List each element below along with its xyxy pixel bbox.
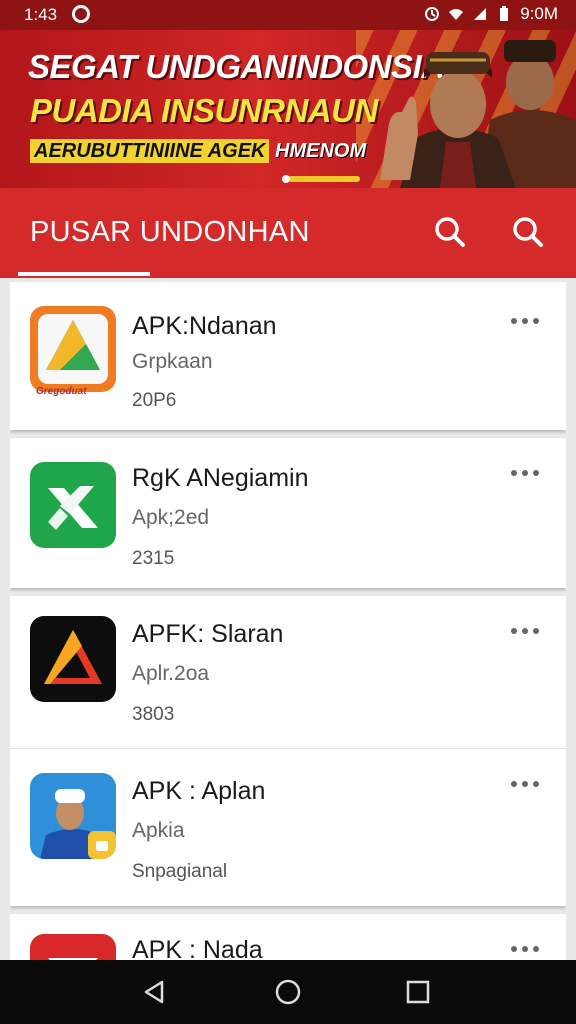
home-icon[interactable] bbox=[272, 976, 304, 1008]
more-options-icon[interactable] bbox=[510, 626, 540, 636]
back-icon[interactable] bbox=[138, 976, 170, 1008]
list-item[interactable]: APFK: Slaran Aplr.2oa 3803 bbox=[10, 596, 566, 748]
notification-icon bbox=[72, 5, 90, 23]
app-list: Gregoduat APK:Ndanan Grpkaan 20P6 RgK AN… bbox=[10, 282, 566, 962]
app-subtitle: Apkia bbox=[132, 819, 185, 842]
app-icon-x-logo bbox=[30, 462, 116, 548]
more-options-icon[interactable] bbox=[510, 468, 540, 478]
banner-person-illustration bbox=[380, 40, 576, 188]
navigation-bar bbox=[0, 960, 576, 1024]
tab-indicator bbox=[18, 272, 150, 276]
list-item[interactable]: Gregoduat APK:Ndanan Grpkaan 20P6 bbox=[10, 282, 566, 430]
signal-icon bbox=[474, 8, 487, 20]
app-subtitle: Aplr.2oa bbox=[132, 662, 210, 685]
banner-caption-tag: AERUBUTTINIINE AGEK bbox=[30, 139, 270, 163]
status-icons: 9:0M bbox=[424, 4, 558, 24]
wifi-icon bbox=[449, 9, 464, 20]
app-name: APK : Nada bbox=[132, 936, 263, 962]
app-meta: Snpagianal bbox=[132, 861, 228, 882]
banner-subheadline: PUADIA INSUNRNAUN bbox=[30, 92, 378, 129]
list-item[interactable]: RgK ANegiamin Apk;2ed 2315 bbox=[10, 438, 566, 588]
app-icon-triangle-logo bbox=[30, 306, 116, 392]
app-icon-triangle-logo-black bbox=[30, 616, 116, 702]
status-time: 1:43 bbox=[24, 5, 58, 24]
list-item[interactable]: APK : Aplan Apkia Snpagianal bbox=[10, 748, 566, 906]
app-name: APK:Ndanan bbox=[132, 312, 277, 340]
list-item[interactable]: APK : Nada bbox=[10, 914, 566, 962]
app-bar: PUSAR UNDONHAN bbox=[0, 188, 576, 278]
app-meta: 3803 bbox=[132, 704, 175, 725]
banner-pager-indicator bbox=[282, 175, 360, 183]
status-clock-right: 9:0M bbox=[520, 4, 558, 23]
search-icon[interactable] bbox=[508, 212, 548, 252]
sync-icon bbox=[425, 7, 440, 21]
page-title: PUSAR UNDONHAN bbox=[30, 216, 310, 248]
banner-caption: AERUBUTTINIINE AGEK HMENOM bbox=[30, 139, 367, 163]
more-options-icon[interactable] bbox=[510, 316, 540, 326]
recents-icon[interactable] bbox=[402, 976, 434, 1008]
app-meta: 2315 bbox=[132, 548, 175, 569]
app-subtitle: Apk;2ed bbox=[132, 506, 210, 529]
app-icon-person-avatar bbox=[30, 773, 116, 859]
app-icon-red-logo bbox=[30, 934, 116, 962]
promo-banner[interactable]: SEGAT UNDGANINDONSIAI PUADIA INSUNRNAUN … bbox=[0, 30, 576, 188]
app-icon-caption: Gregoduat bbox=[36, 386, 87, 397]
app-meta: 20P6 bbox=[132, 390, 177, 411]
more-options-icon[interactable] bbox=[510, 779, 540, 789]
more-options-icon[interactable] bbox=[510, 944, 540, 954]
app-name: APFK: Slaran bbox=[132, 620, 284, 648]
app-name: APK : Aplan bbox=[132, 777, 266, 805]
battery-icon bbox=[500, 6, 509, 21]
status-bar: 1:43 9:0M bbox=[0, 0, 576, 30]
app-subtitle: Grpkaan bbox=[132, 350, 213, 373]
app-name: RgK ANegiamin bbox=[132, 464, 309, 492]
search-icon[interactable] bbox=[430, 212, 470, 252]
banner-caption-text: HMENOM bbox=[275, 140, 367, 162]
